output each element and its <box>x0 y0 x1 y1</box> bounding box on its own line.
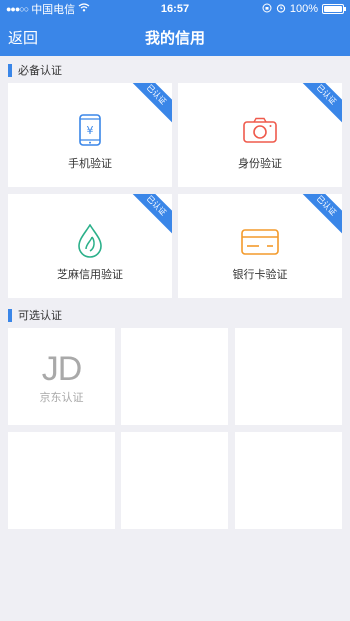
wifi-icon <box>78 3 90 15</box>
back-button[interactable]: 返回 <box>0 27 38 48</box>
required-section-header: 必备认证 <box>0 57 350 83</box>
verified-badge: 已认证 <box>293 194 342 239</box>
top-bar: ●●●○○ 中国电信 16:57 100% 返回 我的信用 <box>0 0 350 56</box>
svg-text:¥: ¥ <box>87 124 94 137</box>
verified-badge: 已认证 <box>123 194 172 239</box>
bank-card-icon <box>241 229 279 260</box>
optional-section-title: 可选认证 <box>18 310 62 322</box>
verified-badge: 已认证 <box>293 83 342 128</box>
sesame-drop-icon <box>77 223 103 263</box>
phone-icon: ¥ <box>79 114 101 151</box>
section-accent-bar <box>8 308 12 322</box>
bank-card-verify-label: 银行卡验证 <box>232 269 288 281</box>
sesame-credit-label: 芝麻信用验证 <box>57 269 123 281</box>
status-left: ●●●○○ 中国电信 <box>6 1 90 17</box>
jd-verify-card[interactable]: JD 京东认证 <box>8 328 115 425</box>
camera-icon <box>243 117 277 148</box>
identity-verify-card[interactable]: 已认证 身份验证 <box>178 83 342 187</box>
empty-slot <box>8 432 115 529</box>
battery-icon <box>322 4 346 14</box>
nav-bar: 返回 我的信用 <box>0 18 350 56</box>
optional-section-header: 可选认证 <box>0 302 350 328</box>
alarm-icon <box>276 3 286 16</box>
empty-slot <box>121 328 228 425</box>
carrier-name: 中国电信 <box>31 4 76 16</box>
empty-slot <box>235 328 342 425</box>
phone-verify-label: 手机验证 <box>68 158 112 170</box>
page-title: 我的信用 <box>144 29 205 47</box>
orientation-lock-icon <box>262 3 272 16</box>
phone-verify-card[interactable]: 已认证 ¥ 手机验证 <box>8 83 172 187</box>
required-section-title: 必备认证 <box>18 65 62 77</box>
empty-slot <box>235 432 342 529</box>
status-bar: ●●●○○ 中国电信 16:57 100% <box>0 0 350 18</box>
jd-logo: JD <box>41 350 83 388</box>
empty-slot <box>121 432 228 529</box>
verified-badge: 已认证 <box>123 83 172 128</box>
identity-verify-label: 身份验证 <box>238 158 282 170</box>
section-accent-bar <box>8 63 12 77</box>
battery-level <box>324 6 342 12</box>
status-right: 100% <box>262 3 346 16</box>
bank-card-verify-card[interactable]: 已认证 银行卡验证 <box>178 194 342 298</box>
sesame-credit-card[interactable]: 已认证 芝麻信用验证 <box>8 194 172 298</box>
jd-verify-label: 京东认证 <box>39 392 84 404</box>
battery-percent: 100% <box>289 3 318 15</box>
signal-icon: ●●●○○ <box>6 4 29 14</box>
